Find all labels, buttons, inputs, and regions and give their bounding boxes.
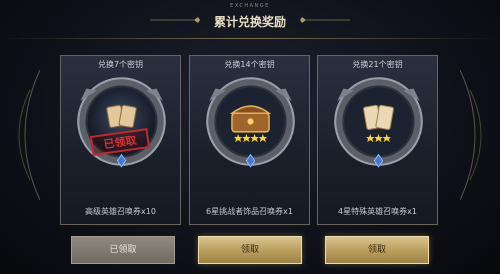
reward-card-title: 兑换21个密钥	[352, 60, 403, 69]
treasure-chest-icon	[206, 77, 295, 168]
header-subtitle: EXCHANGE	[230, 3, 270, 9]
reward-description: 4星特殊英雄召唤券x1	[338, 207, 417, 216]
title-right-ornament	[300, 17, 350, 23]
reward-card-title: 兑换14个密钥	[224, 60, 275, 69]
reward-card-7-keys: 兑换7个密钥 已领取 高级英雄召唤券x10	[60, 55, 181, 225]
reward-card-14-keys: 兑换14个密钥 6星挑战者饰品召唤券x1	[189, 55, 310, 225]
header: EXCHANGE 累计兑换奖励	[0, 0, 500, 40]
page-title: 累计兑换奖励	[213, 15, 286, 29]
claim-button-14-keys[interactable]: 领取	[198, 236, 302, 264]
right-side-ornament-icon	[460, 69, 482, 201]
hero-summon-ticket-icon	[334, 77, 423, 168]
reward-frame-ring-icon	[77, 77, 166, 168]
reward-description: 高级英雄召唤券x10	[85, 207, 156, 216]
reward-card-title: 兑换7个密钥	[97, 60, 144, 69]
claimed-button: 已领取	[71, 236, 175, 264]
claim-button-21-keys[interactable]: 领取	[325, 236, 429, 264]
reward-card-21-keys: 兑换21个密钥 4星特殊英雄召唤券x1	[317, 55, 438, 225]
left-side-ornament-icon	[18, 69, 40, 201]
reward-description: 6星挑战者饰品召唤券x1	[206, 207, 293, 216]
